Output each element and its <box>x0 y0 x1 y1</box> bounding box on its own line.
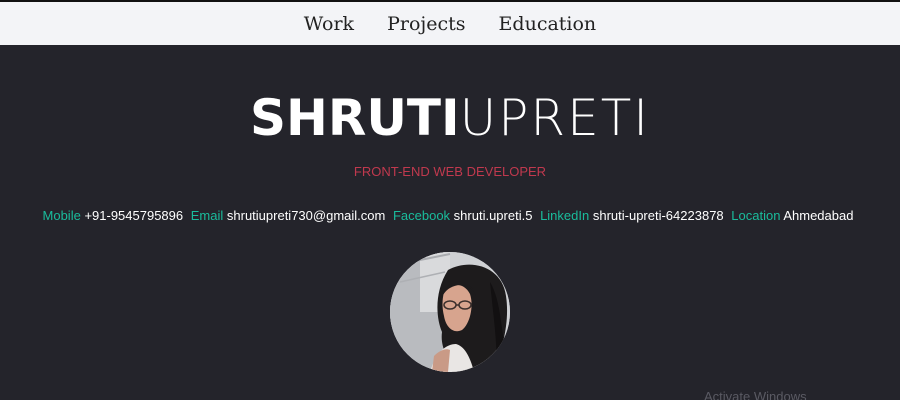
hero-subtitle: FRONT-END WEB DEVELOPER <box>353 164 547 179</box>
contact-label-linkedin: LinkedIn <box>540 208 590 223</box>
nav-link-projects[interactable]: Projects <box>387 13 465 35</box>
hero-last-name: UPRETI <box>459 89 651 147</box>
profile-photo-icon <box>390 252 510 372</box>
top-navigation: Work Projects Education <box>0 0 900 45</box>
contact-value-linkedin: shruti-upreti-64223878 <box>592 208 724 223</box>
hero-name: SHRUTIUPRETI <box>0 88 900 148</box>
contact-value-mobile: +91-9545795896 <box>84 208 184 223</box>
portfolio-page: Work Projects Education SHRUTIUPRETI FRO… <box>0 0 900 400</box>
contact-label-email: Email <box>190 208 224 223</box>
nav-link-education[interactable]: Education <box>499 13 597 35</box>
contact-value-location: Ahmedabad <box>783 208 854 223</box>
contact-label-location: Location <box>731 208 781 223</box>
contact-info: Mobile +91-9545795896 Email shrutiupreti… <box>0 208 900 223</box>
activate-windows-watermark: Activate Windows <box>704 389 807 400</box>
contact-label-facebook: Facebook <box>392 208 451 223</box>
profile-photo-avatar <box>390 252 510 372</box>
nav-link-work[interactable]: Work <box>304 13 354 35</box>
contact-label-mobile: Mobile <box>42 208 81 223</box>
hero-first-name: SHRUTI <box>249 89 460 147</box>
contact-value-email: shrutiupreti730@gmail.com <box>226 208 386 223</box>
contact-value-facebook: shruti.upreti.5 <box>453 208 533 223</box>
